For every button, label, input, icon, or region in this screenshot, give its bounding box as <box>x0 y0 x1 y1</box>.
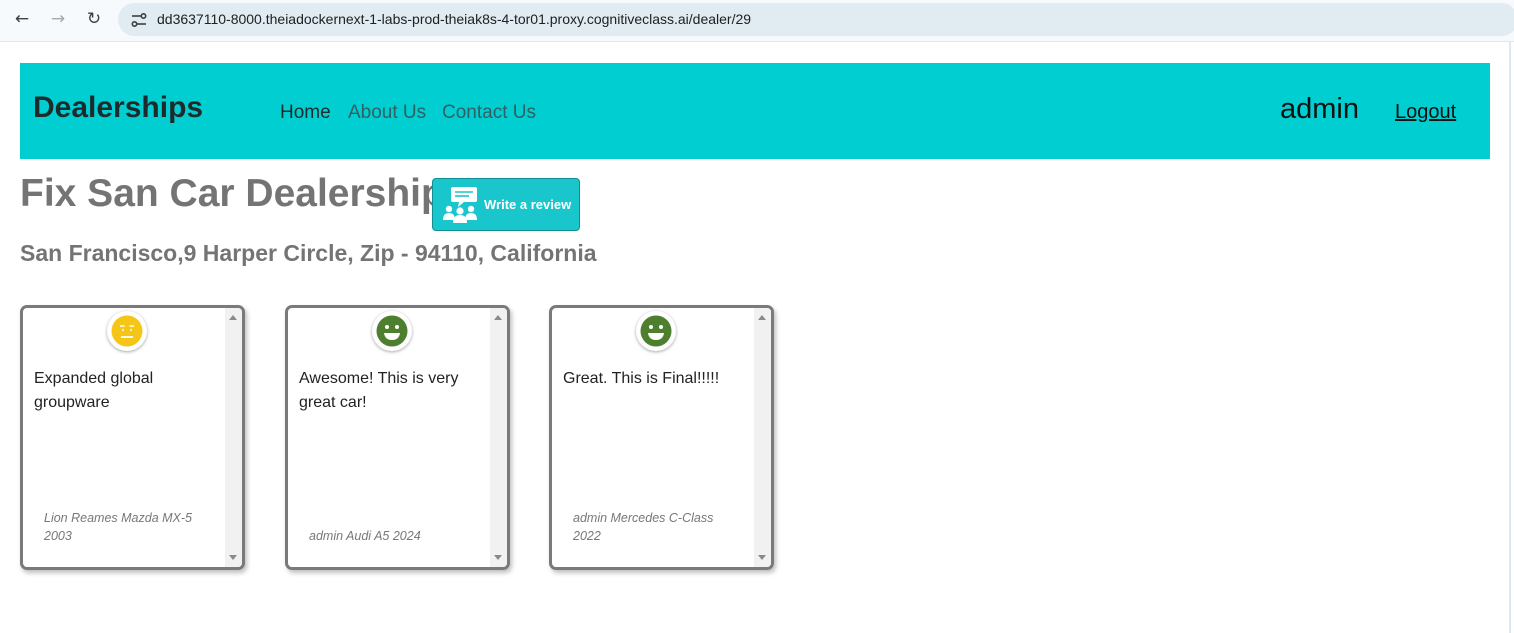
url-text[interactable]: dd3637110-8000.theiadockernext-1-labs-pr… <box>157 11 751 27</box>
brand-title[interactable]: Dealerships <box>33 91 203 125</box>
reload-icon[interactable]: ↻ <box>80 7 108 31</box>
scroll-down-arrow-icon[interactable] <box>494 555 502 560</box>
back-arrow-icon[interactable]: ← <box>8 7 36 31</box>
review-meta: admin Audi A5 2024 <box>309 529 421 543</box>
people-chat-icon <box>443 187 477 223</box>
nav-link-about-us[interactable]: About Us <box>348 102 426 124</box>
logout-link[interactable]: Logout <box>1395 101 1456 124</box>
dealer-address: San Francisco,9 Harper Circle, Zip - 941… <box>20 240 597 266</box>
review-card: Expanded global groupware Lion Reames Ma… <box>20 305 245 570</box>
scroll-up-arrow-icon[interactable] <box>758 315 766 320</box>
username-label: admin <box>1280 93 1359 125</box>
page-edge-divider <box>1509 42 1511 633</box>
scroll-up-arrow-icon[interactable] <box>229 315 237 320</box>
nav-link-home[interactable]: Home <box>280 102 331 124</box>
review-meta: admin Mercedes C-Class 2022 <box>573 511 714 543</box>
smiley-face-icon <box>636 311 676 351</box>
review-text: Expanded global groupware <box>34 370 154 411</box>
scroll-down-arrow-icon[interactable] <box>229 555 237 560</box>
card-scrollbar[interactable] <box>225 308 242 567</box>
address-bar[interactable]: dd3637110-8000.theiadockernext-1-labs-pr… <box>118 3 1514 36</box>
dealer-name-heading: Fix San Car Dealership <box>20 172 445 215</box>
neutral-face-icon <box>107 311 147 351</box>
site-info-icon[interactable] <box>130 11 148 29</box>
card-scrollbar[interactable] <box>754 308 771 567</box>
review-card: Great. This is Final!!!!! admin Mercedes… <box>549 305 774 570</box>
scroll-up-arrow-icon[interactable] <box>494 315 502 320</box>
smiley-face-icon <box>372 311 412 351</box>
write-review-label[interactable]: Write a review <box>484 197 571 212</box>
nav-link-contact-us[interactable]: Contact Us <box>442 102 536 124</box>
scroll-down-arrow-icon[interactable] <box>758 555 766 560</box>
browser-toolbar: ← → ↻ dd3637110-8000.theiadockernext-1-l… <box>0 0 1514 42</box>
forward-arrow-icon[interactable]: → <box>44 7 72 31</box>
write-review-button[interactable]: Write a review <box>432 178 580 231</box>
review-card: Awesome! This is very great car! admin A… <box>285 305 510 570</box>
card-scrollbar[interactable] <box>490 308 507 567</box>
review-meta: Lion Reames Mazda MX-5 2003 <box>44 511 192 543</box>
review-text: Awesome! This is very great car! <box>299 370 459 411</box>
navbar: Dealerships Home About Us Contact Us adm… <box>20 63 1490 159</box>
review-text: Great. This is Final!!!!! <box>563 370 720 387</box>
